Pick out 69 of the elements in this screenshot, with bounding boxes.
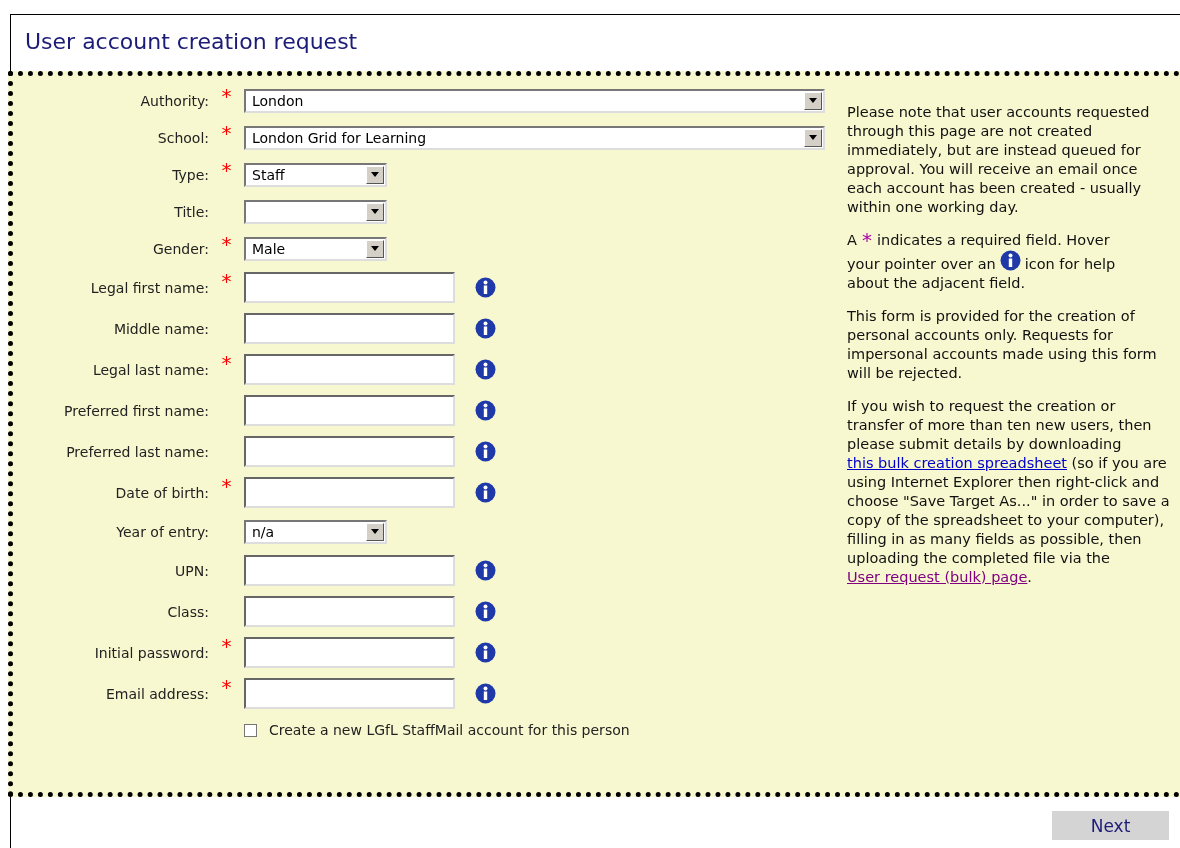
field-label: Middle name:	[113, 319, 209, 339]
bulk-page-link[interactable]: User request (bulk) page	[847, 569, 1028, 585]
caret-icon	[809, 135, 817, 140]
text-input-field[interactable]	[244, 596, 455, 627]
required-marker: *	[221, 634, 232, 656]
field-label: Authority:	[140, 91, 209, 111]
dropdown-field[interactable]: Male	[244, 236, 387, 261]
field-label: Date of birth:	[115, 483, 209, 503]
dropdown-arrow-button[interactable]	[804, 91, 822, 110]
dropdown-arrow-button[interactable]	[366, 522, 384, 541]
field-label: Legal first name:	[90, 278, 209, 298]
note-text: your pointer over an	[847, 256, 996, 272]
field-label: Preferred first name:	[64, 401, 209, 421]
required-marker: *	[221, 269, 232, 291]
field-label: Type:	[172, 165, 209, 185]
text-input-field[interactable]	[244, 477, 455, 508]
caret-icon	[371, 529, 379, 534]
field-label: Gender:	[152, 239, 209, 259]
spreadsheet-link[interactable]: this bulk creation spreadsheet	[847, 455, 1067, 471]
note-text: icon for help	[1024, 256, 1116, 272]
text-input-field[interactable]	[244, 313, 455, 344]
field-label: Email address:	[106, 684, 209, 704]
field-label: Initial password:	[94, 643, 209, 663]
field-label: Preferred last name:	[66, 442, 209, 462]
dropdown-field[interactable]: London Grid for Learning	[244, 125, 825, 150]
caret-icon	[371, 209, 379, 214]
caret-icon	[809, 98, 817, 103]
caret-icon	[371, 246, 379, 251]
note-text: A	[847, 232, 857, 248]
text-input-field[interactable]	[244, 395, 455, 426]
required-marker: *	[221, 232, 232, 254]
note-paragraph: If you wish to request the creation or transfer of more than ten new users, then please submit details by downloading this bulk creation spreadsheet (so if you are using Internet Explorer then right-click and choose "Save Target As..." in order to save a copy of the spreadsheet to your computer), filling in as many fields as possible, then uploading the completed file via the User request (bulk) page.	[847, 397, 1171, 587]
text-input-field[interactable]	[244, 272, 455, 303]
caret-icon	[371, 172, 379, 177]
field-label: Class:	[167, 602, 209, 622]
text-input-field[interactable]	[244, 678, 455, 709]
field-label: Year of entry:	[116, 522, 209, 542]
required-marker: *	[861, 228, 872, 252]
field-label: Legal last name:	[92, 360, 209, 380]
note-paragraph: Please note that user accounts requested through this page are not created immediately, but are instead queued for approval. You will receive an email once each account has been created - usually within one working day.	[847, 103, 1151, 217]
dropdown-arrow-button[interactable]	[366, 239, 384, 258]
next-button[interactable]: Next	[1052, 811, 1169, 840]
dropdown-field[interactable]: n/a	[244, 519, 387, 544]
field-label: School:	[157, 128, 209, 148]
text-input-field[interactable]	[244, 436, 455, 467]
info-icon	[999, 250, 1021, 271]
required-marker: *	[221, 474, 232, 496]
field-label: Title:	[174, 202, 209, 222]
text-input-field[interactable]	[244, 637, 455, 668]
required-marker: *	[221, 675, 232, 697]
page-title: User account creation request	[24, 28, 358, 56]
dropdown-arrow-button[interactable]	[366, 202, 384, 221]
note-text: about the adjacent field.	[847, 275, 1026, 291]
note-text: indicates a required field. Hover	[876, 232, 1110, 248]
dropdown-field[interactable]: Staff	[244, 162, 387, 187]
text-input-field[interactable]	[244, 555, 455, 586]
field-label: UPN:	[175, 561, 209, 581]
required-marker: *	[221, 158, 232, 180]
required-marker: *	[221, 351, 232, 373]
required-marker: *	[221, 84, 232, 106]
dropdown-field[interactable]	[244, 199, 387, 224]
dropdown-arrow-button[interactable]	[804, 128, 822, 147]
required-marker: *	[221, 121, 232, 143]
text-input-field[interactable]	[244, 354, 455, 385]
dropdown-arrow-button[interactable]	[366, 165, 384, 184]
checkbox[interactable]	[244, 723, 257, 737]
dropdown-field[interactable]: London	[244, 88, 825, 113]
note-paragraph: This form is provided for the creation of personal accounts only. Requests for impersonal accounts made using this form will be rejected.	[847, 307, 1158, 383]
checkbox-label: Create a new LGfL StaffMail account for this person	[269, 722, 630, 738]
